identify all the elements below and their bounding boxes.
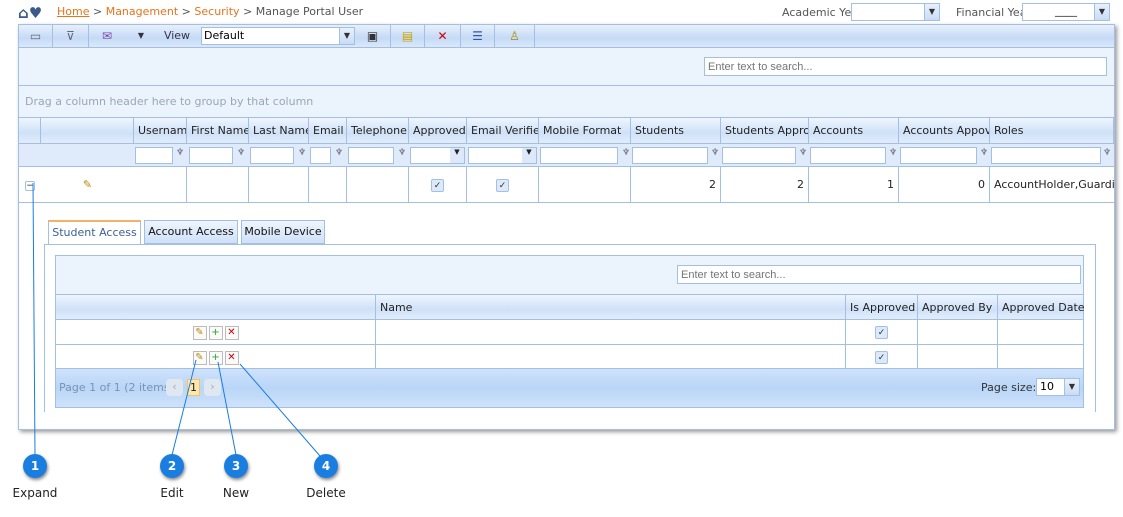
callout-lines [32, 182, 321, 457]
callout-badge-2: 2 [160, 454, 184, 478]
callout-label-expand: Expand [12, 486, 58, 500]
callout-label-edit: Edit [160, 486, 184, 500]
callout-line-edit [171, 359, 197, 456]
callout-line-new [217, 361, 237, 456]
callout-line-expand [32, 182, 36, 456]
callout-badge-3: 3 [224, 454, 248, 478]
callout-label-new: New [222, 486, 250, 500]
callout-label-delete: Delete [306, 486, 346, 500]
callout-line-delete [239, 363, 321, 457]
callout-badge-1: 1 [23, 454, 47, 478]
callout-badge-4: 4 [314, 454, 338, 478]
